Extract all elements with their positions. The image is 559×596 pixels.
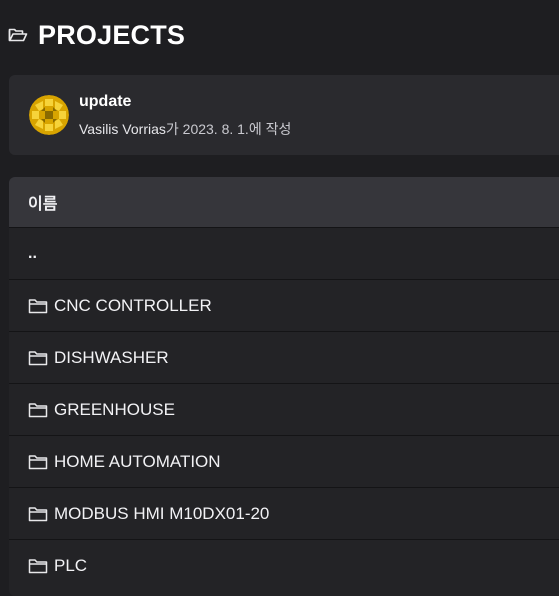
author-avatar[interactable] [29,95,69,135]
commit-message[interactable]: update [79,93,131,111]
folder-name[interactable]: CNC CONTROLLER [54,296,212,316]
folder-icon [28,558,48,574]
folder-row[interactable]: CNC CONTROLLER [9,280,559,332]
folder-icon [28,298,48,314]
commit-author[interactable]: Vasilis Vorrias [79,121,166,137]
folder-name[interactable]: PLC [54,556,87,576]
page-title: PROJECTS [38,19,186,50]
folder-name[interactable]: GREENHOUSE [54,400,175,420]
commit-meta: Vasilis Vorrias가 2023. 8. 1.에 작성 [79,119,291,139]
page-header: PROJECTS [8,17,185,53]
folder-name[interactable]: DISHWASHER [54,348,169,368]
file-list-table: 이름 .. CNC CONTROLLER DISHWASHER GREENHOU… [9,177,559,596]
folder-icon [28,350,48,366]
folder-row[interactable]: DISHWASHER [9,332,559,384]
folder-open-icon [8,27,28,43]
table-header-name: 이름 [9,177,559,228]
parent-directory-row[interactable]: .. [9,228,559,280]
folder-row[interactable]: GREENHOUSE [9,384,559,436]
parent-directory-link[interactable]: .. [28,245,37,263]
folder-name[interactable]: HOME AUTOMATION [54,452,221,472]
folder-row[interactable]: PLC [9,540,559,591]
folder-row[interactable]: HOME AUTOMATION [9,436,559,488]
folder-icon [28,402,48,418]
latest-commit-card: update Vasilis Vorrias가 2023. 8. 1.에 작성 [9,75,559,155]
folder-row[interactable]: MODBUS HMI M10DX01-20 [9,488,559,540]
folder-name[interactable]: MODBUS HMI M10DX01-20 [54,504,269,524]
folder-icon [28,454,48,470]
commit-date-text: 가 2023. 8. 1.에 작성 [165,121,292,137]
folder-icon [28,506,48,522]
